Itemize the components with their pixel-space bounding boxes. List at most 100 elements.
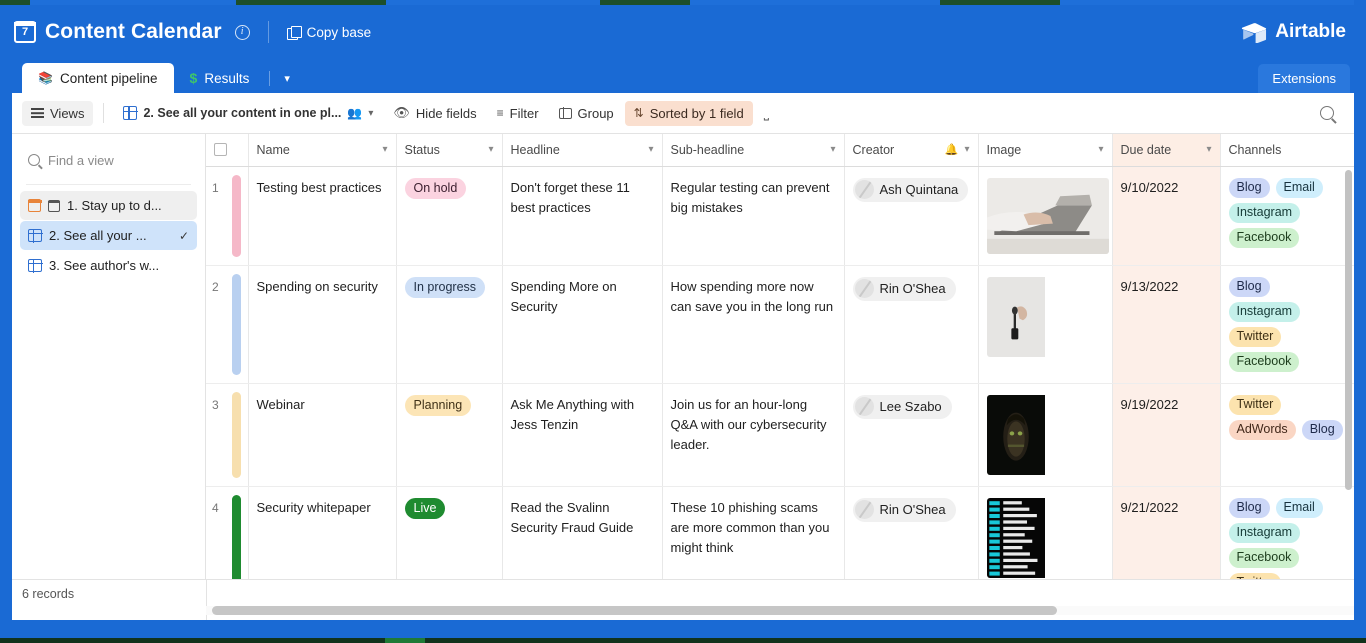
cell-channels[interactable]: Blog Email Instagram Facebook <box>1220 166 1354 266</box>
base-title-group[interactable]: Content Calendar i <box>14 20 250 44</box>
table-row[interactable]: 1 Testing best practices On hold Don't f… <box>206 166 1354 266</box>
cell-name[interactable]: Spending on security <box>248 265 397 384</box>
sidebar-item-view-2[interactable]: 2. See all your ... ✓ <box>20 221 197 250</box>
table-row[interactable]: 2 Spending on security In progress Spend… <box>206 265 1354 384</box>
chevron-down-icon[interactable]: ▾ <box>1206 144 1211 155</box>
chevron-down-icon[interactable]: ▾ <box>488 144 493 155</box>
extensions-button[interactable]: Extensions <box>1258 64 1350 93</box>
creator-chip[interactable]: Lee Szabo <box>852 394 952 419</box>
search-icon[interactable] <box>1320 106 1334 120</box>
channel-chip[interactable]: Email <box>1275 177 1323 198</box>
creator-chip[interactable]: Rin O'Shea <box>852 497 956 522</box>
chevron-down-icon[interactable]: ▾ <box>964 144 969 155</box>
status-badge[interactable]: Live <box>404 497 446 519</box>
chevron-down-icon[interactable]: ▾ <box>1098 144 1103 155</box>
cell-status[interactable]: On hold <box>396 166 503 266</box>
channel-chip[interactable]: Blog <box>1228 497 1270 518</box>
cell-headline[interactable]: Ask Me Anything with Jess Tenzin <box>502 383 663 487</box>
select-all-header[interactable] <box>206 134 249 167</box>
copy-base-button[interactable]: Copy base <box>286 25 371 40</box>
cell-headline[interactable]: Spending More on Security <box>502 265 663 384</box>
tab-content-pipeline[interactable]: 📚 Content pipeline <box>22 63 174 93</box>
attachment-thumbnail[interactable] <box>986 276 1049 357</box>
column-header-headline[interactable]: Headline ▾ <box>502 134 663 167</box>
status-badge[interactable]: On hold <box>404 177 467 199</box>
channel-chip[interactable]: Facebook <box>1228 351 1300 372</box>
channel-chip[interactable]: AdWords <box>1228 419 1296 440</box>
cell-image[interactable] <box>978 383 1113 487</box>
channel-chip[interactable]: Instagram <box>1228 202 1301 223</box>
column-header-due-date[interactable]: Due date ▾ <box>1112 134 1221 167</box>
sidebar-item-view-1[interactable]: 1. Stay up to d... <box>20 191 197 220</box>
cell-channels[interactable]: Blog Instagram Twitter Facebook <box>1220 265 1354 384</box>
attachment-thumbnail[interactable] <box>986 394 1049 475</box>
status-badge[interactable]: Planning <box>404 394 472 416</box>
vertical-scrollbar[interactable] <box>1345 170 1352 490</box>
channel-chip[interactable]: Twitter <box>1228 394 1282 415</box>
sidebar-item-view-3[interactable]: 3. See author's w... <box>20 251 197 280</box>
cell-image[interactable] <box>978 265 1113 384</box>
cell-name[interactable]: Webinar <box>248 383 397 487</box>
cell-channels[interactable]: Twitter AdWords Blog <box>1220 383 1354 487</box>
column-header-status[interactable]: Status ▾ <box>396 134 503 167</box>
views-button[interactable]: Views <box>22 100 94 126</box>
channel-chip[interactable]: Email <box>1275 497 1323 518</box>
column-header-channels[interactable]: Channels <box>1220 134 1354 167</box>
checkbox-icon[interactable] <box>214 143 227 156</box>
column-header-sub-headline[interactable]: Sub-headline ▾ <box>662 134 845 167</box>
channel-chip[interactable]: Blog <box>1228 276 1270 297</box>
row-number-cell[interactable]: 1 <box>206 166 249 266</box>
main-area: Find a view 1. Stay up to d... 2. See al… <box>12 134 1354 620</box>
filter-button[interactable]: ≡ Filter <box>488 101 548 126</box>
channel-chip[interactable]: Blog <box>1228 177 1270 198</box>
current-view-button[interactable]: 2. See all your content in one pl... 👥 ▾ <box>114 101 382 125</box>
views-sidebar: Find a view 1. Stay up to d... 2. See al… <box>12 134 206 620</box>
cell-sub-headline[interactable]: How spending more now can save you in th… <box>662 265 845 384</box>
channel-chip[interactable]: Twitter <box>1228 326 1282 347</box>
horizontal-scrollbar[interactable] <box>212 606 1057 615</box>
cell-sub-headline[interactable]: Regular testing can prevent big mistakes <box>662 166 845 266</box>
cell-sub-headline[interactable]: Join us for an hour-long Q&A with our cy… <box>662 383 845 487</box>
chevron-down-icon[interactable]: ▾ <box>648 144 653 155</box>
tab-results[interactable]: $ Results <box>174 63 266 93</box>
filter-icon: ≡ <box>496 106 504 120</box>
status-badge[interactable]: In progress <box>404 276 486 298</box>
channel-chip[interactable]: Facebook <box>1228 547 1300 568</box>
row-number-cell[interactable]: 3 <box>206 383 249 487</box>
column-header-image[interactable]: Image ▾ <box>978 134 1113 167</box>
hide-fields-button[interactable]: 👁 Hide fields <box>384 100 485 126</box>
creator-chip[interactable]: Rin O'Shea <box>852 276 956 301</box>
channel-chip[interactable]: Instagram <box>1228 301 1301 322</box>
cell-due-date[interactable]: 9/19/2022 <box>1112 383 1221 487</box>
chevron-down-icon[interactable]: ▾ <box>274 72 300 93</box>
info-icon[interactable]: i <box>234 24 250 40</box>
record-grid[interactable]: Name ▾ Status ▾ Headline ▾ Sub-headline … <box>206 134 1354 620</box>
chevron-down-icon[interactable]: ▾ <box>382 144 387 155</box>
cell-due-date[interactable]: 9/10/2022 <box>1112 166 1221 266</box>
attachment-thumbnail[interactable] <box>986 177 1109 254</box>
attachment-thumbnail[interactable] <box>986 497 1049 578</box>
creator-chip[interactable]: Ash Quintana <box>852 177 969 202</box>
column-header-name[interactable]: Name ▾ <box>248 134 397 167</box>
group-button[interactable]: Group <box>550 101 623 126</box>
sort-button[interactable]: ⇅ Sorted by 1 field <box>624 100 753 126</box>
channel-chip[interactable]: Instagram <box>1228 522 1301 543</box>
column-header-creator[interactable]: Creator 🔔 ▾ <box>844 134 979 167</box>
cell-creator[interactable]: Ash Quintana <box>844 166 979 266</box>
cell-status[interactable]: Planning <box>396 383 503 487</box>
table-row[interactable]: 3 Webinar Planning Ask Me Anything with … <box>206 383 1354 487</box>
cell-due-date[interactable]: 9/13/2022 <box>1112 265 1221 384</box>
channel-chip[interactable]: Blog <box>1301 419 1343 440</box>
find-view-input[interactable]: Find a view <box>12 146 205 174</box>
cell-image[interactable] <box>978 166 1113 266</box>
row-number-cell[interactable]: 2 <box>206 265 249 384</box>
chevron-down-icon[interactable]: ▾ <box>368 108 373 119</box>
channel-chip[interactable]: Facebook <box>1228 227 1300 248</box>
cell-status[interactable]: In progress <box>396 265 503 384</box>
cell-name[interactable]: Testing best practices <box>248 166 397 266</box>
row-height-button[interactable]: ⎵ <box>755 100 778 126</box>
cell-creator[interactable]: Lee Szabo <box>844 383 979 487</box>
cell-creator[interactable]: Rin O'Shea <box>844 265 979 384</box>
chevron-down-icon[interactable]: ▾ <box>830 144 835 155</box>
cell-headline[interactable]: Don't forget these 11 best practices <box>502 166 663 266</box>
